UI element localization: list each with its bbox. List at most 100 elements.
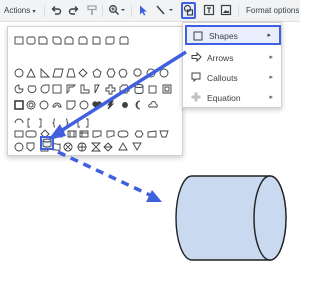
bevel-square-shape	[14, 100, 24, 110]
right-brace-shape	[65, 118, 69, 128]
teardrop-shape	[40, 84, 50, 94]
flowchart-connector-shape	[14, 142, 24, 152]
image-icon	[220, 4, 232, 16]
image-button[interactable]	[220, 4, 232, 18]
menu-item-equation[interactable]: Equation ▸	[183, 87, 283, 107]
flowchart-row-2	[14, 142, 142, 152]
flowchart-manual-operation-shape	[159, 130, 169, 138]
redo-icon	[68, 6, 79, 15]
octagon-shape	[133, 68, 142, 77]
menu-item-arrows[interactable]: Arrows ▸	[183, 47, 283, 67]
chevron-right-icon: ▸	[267, 32, 271, 39]
flowchart-punched-tape-shape	[52, 143, 61, 151]
basic-shapes-row-3	[14, 100, 158, 110]
shapes-palette	[7, 26, 183, 156]
flowchart-document-shape	[92, 130, 102, 138]
snip-round-rectangle-shape	[78, 36, 88, 45]
cloud-shape	[148, 101, 158, 108]
snip-diagonal-rectangle-shape	[52, 36, 62, 45]
flowchart-offpage-connector-shape	[26, 142, 35, 152]
flowchart-preparation-shape	[134, 130, 144, 138]
plaque-shape	[119, 84, 130, 94]
rectangle-row	[14, 36, 129, 45]
undo-button[interactable]	[50, 4, 62, 18]
plus-icon	[191, 92, 201, 102]
cube-shape	[148, 85, 157, 94]
flowchart-internal-storage-shape	[79, 130, 89, 138]
callout-icon	[191, 72, 201, 83]
redo-button[interactable]	[68, 4, 80, 18]
flowchart-sort-shape	[103, 142, 113, 152]
pentagon-shape	[92, 68, 102, 78]
right-triangle-shape	[40, 67, 51, 78]
toolbar-divider	[238, 5, 239, 17]
hexagon-shape	[106, 68, 116, 78]
menu-item-callouts[interactable]: Callouts ▸	[183, 67, 283, 87]
heart-shape	[92, 101, 102, 110]
round-same-side-rectangle-shape	[119, 36, 129, 45]
can-shape-option[interactable]	[40, 136, 54, 150]
decagon-shape	[146, 68, 156, 78]
ellipse-shape	[14, 68, 24, 78]
pie-shape	[14, 84, 24, 94]
flowchart-predefined-process-shape	[67, 130, 77, 138]
flowchart-multidocument-shape	[106, 130, 115, 138]
chevron-right-icon: ▸	[269, 54, 273, 61]
flowchart-row-1	[14, 129, 169, 139]
diagonal-stripe-shape	[94, 84, 100, 94]
moon-shape	[135, 100, 141, 110]
cylinder-shape[interactable]	[174, 168, 300, 268]
chevron-right-icon: ▸	[269, 74, 273, 81]
rounded-rectangle-shape	[26, 36, 36, 45]
flowchart-summing-junction-shape	[63, 142, 73, 152]
left-bracket-shape	[27, 118, 30, 128]
chord-shape	[27, 85, 37, 94]
parallelogram-shape	[52, 68, 64, 78]
line-button[interactable]	[155, 4, 175, 18]
flowchart-extract-shape	[118, 142, 128, 151]
menu-item-shapes[interactable]: Shapes ▸	[185, 25, 281, 45]
block-arc-shape	[52, 102, 62, 108]
folded-corner-shape	[66, 100, 76, 110]
heptagon-shape	[118, 68, 128, 78]
toolbar: Actions ▾ Format options	[0, 0, 300, 22]
snip-corner-rectangle-shape	[38, 36, 48, 45]
round-single-corner-rectangle-shape	[92, 36, 101, 45]
flowchart-data-shape	[54, 130, 65, 138]
can-icon	[42, 138, 52, 148]
flowchart-process-shape	[14, 130, 24, 138]
flowchart-alternate-process-shape	[25, 130, 37, 138]
arrow-icon	[191, 51, 202, 63]
smiley-face-shape	[79, 100, 89, 110]
triangle-shape	[26, 67, 36, 78]
paint-format-button[interactable]	[86, 4, 98, 18]
frame-shape	[52, 84, 62, 94]
shape-tool-button[interactable]	[181, 2, 196, 19]
format-options-button[interactable]: Format options	[246, 6, 299, 20]
text-box-button[interactable]	[203, 4, 215, 18]
flowchart-or-shape	[77, 142, 87, 152]
bevel-shape	[162, 84, 172, 94]
select-icon	[140, 5, 147, 16]
menu-item-label: Callouts	[207, 73, 238, 83]
toolbar-divider	[131, 5, 132, 17]
actions-menu-button[interactable]: Actions ▾	[4, 6, 35, 20]
zoom-icon	[109, 5, 125, 15]
sun-shape	[122, 102, 128, 108]
round-diagonal-rectangle-shape	[105, 36, 115, 45]
zoom-button[interactable]	[108, 4, 126, 18]
select-button[interactable]	[137, 4, 149, 18]
menu-item-label: Equation	[207, 93, 241, 103]
basic-shapes-row-4	[14, 118, 89, 128]
can-small-shape	[134, 84, 144, 94]
dodecagon-shape	[159, 68, 169, 78]
lightning-bolt-shape	[107, 100, 115, 110]
half-frame-shape	[66, 84, 77, 95]
arc-shape	[14, 118, 24, 124]
flowchart-terminator-shape	[117, 130, 129, 138]
chevron-down-icon: ▾	[32, 9, 36, 15]
right-bracket-shape	[39, 118, 42, 128]
shape-type-menu: Shapes ▸ Arrows ▸ Callouts ▸ Equation ▸	[182, 22, 282, 108]
flowchart-merge-shape	[132, 142, 142, 151]
toolbar-divider	[44, 5, 45, 17]
